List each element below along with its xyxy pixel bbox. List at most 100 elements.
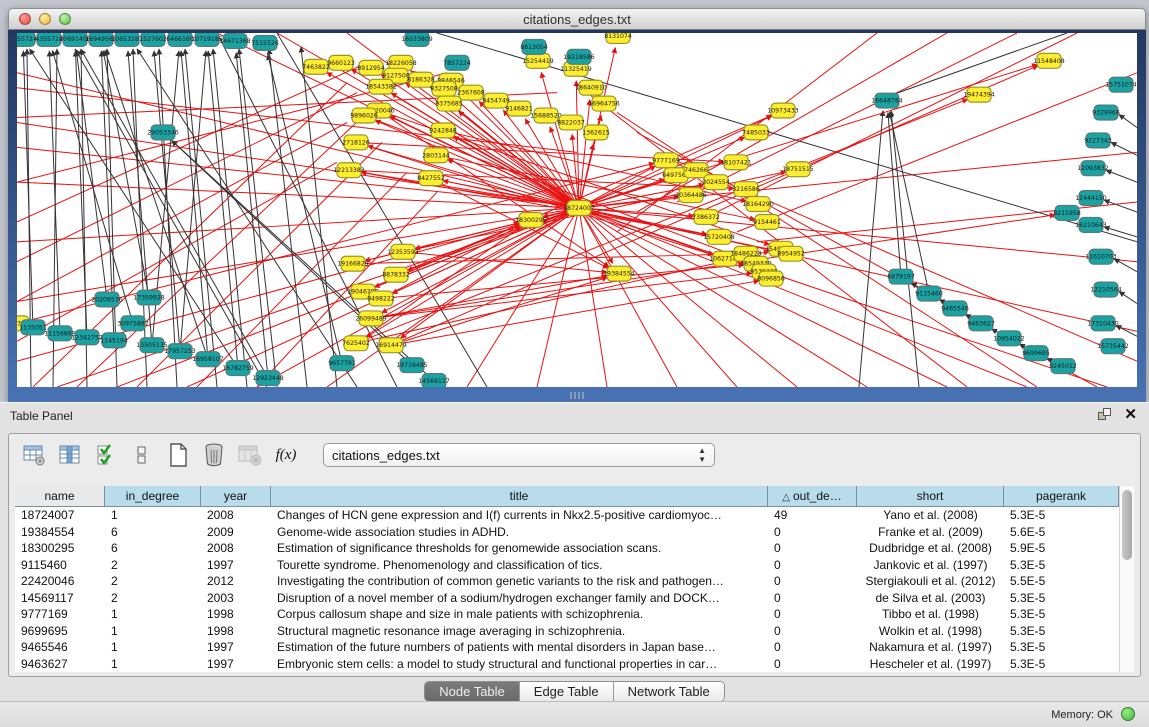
graph-node[interactable]: 12923448 xyxy=(252,371,284,386)
citation-edge-red[interactable] xyxy=(371,276,607,319)
graph-node[interactable]: 14671368 xyxy=(219,33,251,48)
graph-node[interactable]: 17957253 xyxy=(164,344,196,359)
graph-node[interactable]: 14569117 xyxy=(418,374,450,387)
graph-node[interactable]: 9657791 xyxy=(328,356,356,371)
graph-node[interactable]: 9329966 xyxy=(1092,105,1120,120)
table-row[interactable]: 946554611997Estimation of the future num… xyxy=(15,639,1119,656)
graph-node[interactable]: 30975887 xyxy=(117,316,149,331)
graph-node[interactable]: 9375685 xyxy=(435,96,463,111)
network-window[interactable]: citations_edges.txt 18724007966012389129… xyxy=(8,8,1146,402)
tab-edge-table[interactable]: Edge Table xyxy=(520,682,614,701)
graph-node[interactable]: 6466160 xyxy=(166,33,194,46)
column-header-in-degree[interactable]: in_degree xyxy=(105,486,201,507)
graph-node[interactable]: 9463627 xyxy=(967,316,995,331)
graph-node[interactable]: 1362615 xyxy=(582,125,610,140)
citation-edge-red[interactable] xyxy=(401,208,579,338)
graph-node[interactable]: 15720408 xyxy=(703,229,735,244)
graph-node[interactable]: 16033809 xyxy=(401,33,433,46)
graph-node[interactable]: 8813054 xyxy=(520,39,548,54)
graph-node[interactable]: 9227343 xyxy=(1084,133,1112,148)
graph-node[interactable]: 9660123 xyxy=(327,55,355,70)
function-builder-icon[interactable]: f(x) xyxy=(273,442,299,468)
frame-resize-grip[interactable] xyxy=(570,392,584,399)
graph-node[interactable]: 8878332 xyxy=(382,267,410,282)
table-mode-icon[interactable] xyxy=(21,442,47,468)
table-row[interactable]: 1830029562008Estimation of significance … xyxy=(15,540,1119,557)
table-row[interactable]: 969969511998Structural magnetic resonanc… xyxy=(15,623,1119,640)
citation-edge-red[interactable] xyxy=(579,208,947,387)
graph-node[interactable]: 17310430 xyxy=(1087,316,1119,331)
graph-node[interactable]: 20206536 xyxy=(91,292,123,307)
table-row[interactable]: 1872400712008Changes of HCN gene express… xyxy=(15,507,1119,524)
graph-node[interactable]: 17359928 xyxy=(133,290,165,305)
column-header-year[interactable]: year xyxy=(201,486,271,507)
graph-node[interactable]: 3024554 xyxy=(702,175,730,190)
graph-node[interactable]: 29053346 xyxy=(147,125,179,140)
graph-node[interactable]: 8427552 xyxy=(417,171,445,186)
graph-node[interactable]: 26099489 xyxy=(355,311,387,326)
citation-edge-black[interactable] xyxy=(1119,115,1137,128)
citation-edge-black[interactable] xyxy=(23,51,33,327)
graph-node[interactable]: 16958107 xyxy=(192,352,224,367)
citation-edge-red[interactable] xyxy=(447,159,579,208)
graph-node[interactable]: 7625402 xyxy=(342,336,370,351)
graph-node[interactable]: 19384554 xyxy=(603,266,635,281)
citation-edge-red[interactable] xyxy=(677,33,1017,202)
citation-edge-red[interactable] xyxy=(371,273,752,318)
graph-node[interactable]: 20364486 xyxy=(675,188,707,203)
column-header-title[interactable]: title xyxy=(271,486,768,507)
citation-edge-black[interactable] xyxy=(1106,170,1137,182)
graph-node[interactable]: 12353593 xyxy=(387,244,419,259)
graph-node[interactable]: 12444150 xyxy=(1075,191,1107,206)
citation-edge-black[interactable] xyxy=(213,49,247,387)
citation-edge-red[interactable] xyxy=(579,208,797,387)
table-row[interactable]: 1938455462009Genome-wide association stu… xyxy=(15,524,1119,541)
citation-edge-red[interactable] xyxy=(375,120,579,208)
show-columns-icon[interactable] xyxy=(57,442,83,468)
select-all-columns-icon[interactable] xyxy=(93,442,119,468)
graph-node[interactable]: 1135051 xyxy=(19,320,47,335)
graph-node[interactable]: 1145194 xyxy=(100,333,128,348)
graph-node[interactable]: 746266 xyxy=(684,163,708,178)
citation-edge-red[interactable] xyxy=(637,33,947,212)
graph-node[interactable]: 6879197 xyxy=(887,269,915,284)
graph-node[interactable]: 7485033 xyxy=(742,125,770,140)
column-header-out-degree[interactable]: △out_de… xyxy=(768,486,857,507)
delete-table-icon[interactable] xyxy=(201,442,227,468)
graph-node[interactable]: 13505135 xyxy=(136,338,168,353)
new-table-icon[interactable] xyxy=(165,442,191,468)
graph-node[interactable]: 7386372 xyxy=(692,210,720,225)
graph-node[interactable]: 18300295 xyxy=(515,212,547,227)
column-header-name[interactable]: name xyxy=(15,486,105,507)
graph-node[interactable]: 12093832 xyxy=(1077,161,1109,176)
close-panel-icon[interactable]: ✕ xyxy=(1124,408,1137,422)
graph-node[interactable]: 19474394 xyxy=(963,87,995,102)
citation-edge-black[interactable] xyxy=(891,111,919,387)
tab-network-table[interactable]: Network Table xyxy=(614,682,724,701)
citation-edge-red[interactable] xyxy=(17,63,367,222)
graph-node[interactable]: 8096856 xyxy=(757,271,785,286)
citation-edge-black[interactable] xyxy=(208,51,238,368)
network-window-titlebar[interactable]: citations_edges.txt xyxy=(8,8,1146,30)
graph-node[interactable]: 9146821 xyxy=(505,101,533,116)
citation-edge-black[interactable] xyxy=(185,49,217,387)
graph-node[interactable]: 19218586 xyxy=(563,49,595,64)
graph-node[interactable]: 8822037 xyxy=(557,115,585,130)
graph-node[interactable]: 18751515 xyxy=(782,162,814,177)
scrollbar-thumb[interactable] xyxy=(1122,490,1132,560)
graph-node[interactable]: 12213383 xyxy=(333,163,365,178)
graph-node[interactable]: 7463822 xyxy=(302,59,330,74)
column-header-short[interactable]: short xyxy=(857,486,1004,507)
graph-node[interactable]: 15751074 xyxy=(1105,77,1137,92)
graph-node[interactable]: 15735442 xyxy=(1097,339,1129,354)
table-row[interactable]: 2242004622012Investigating the contribut… xyxy=(15,573,1119,590)
table-scrollbar[interactable] xyxy=(1119,486,1134,672)
graph-node[interactable]: 18107421 xyxy=(720,155,752,170)
float-panel-icon[interactable] xyxy=(1098,408,1112,422)
table-row[interactable]: 1456911722003Disruption of a novel membe… xyxy=(15,590,1119,607)
graph-node[interactable]: 8131074 xyxy=(604,33,632,43)
citation-edge-black[interactable] xyxy=(103,51,149,298)
graph-node[interactable]: 2367608 xyxy=(457,85,485,100)
graph-node[interactable]: 2803144 xyxy=(422,148,450,163)
citation-edge-black[interactable] xyxy=(1104,200,1137,212)
